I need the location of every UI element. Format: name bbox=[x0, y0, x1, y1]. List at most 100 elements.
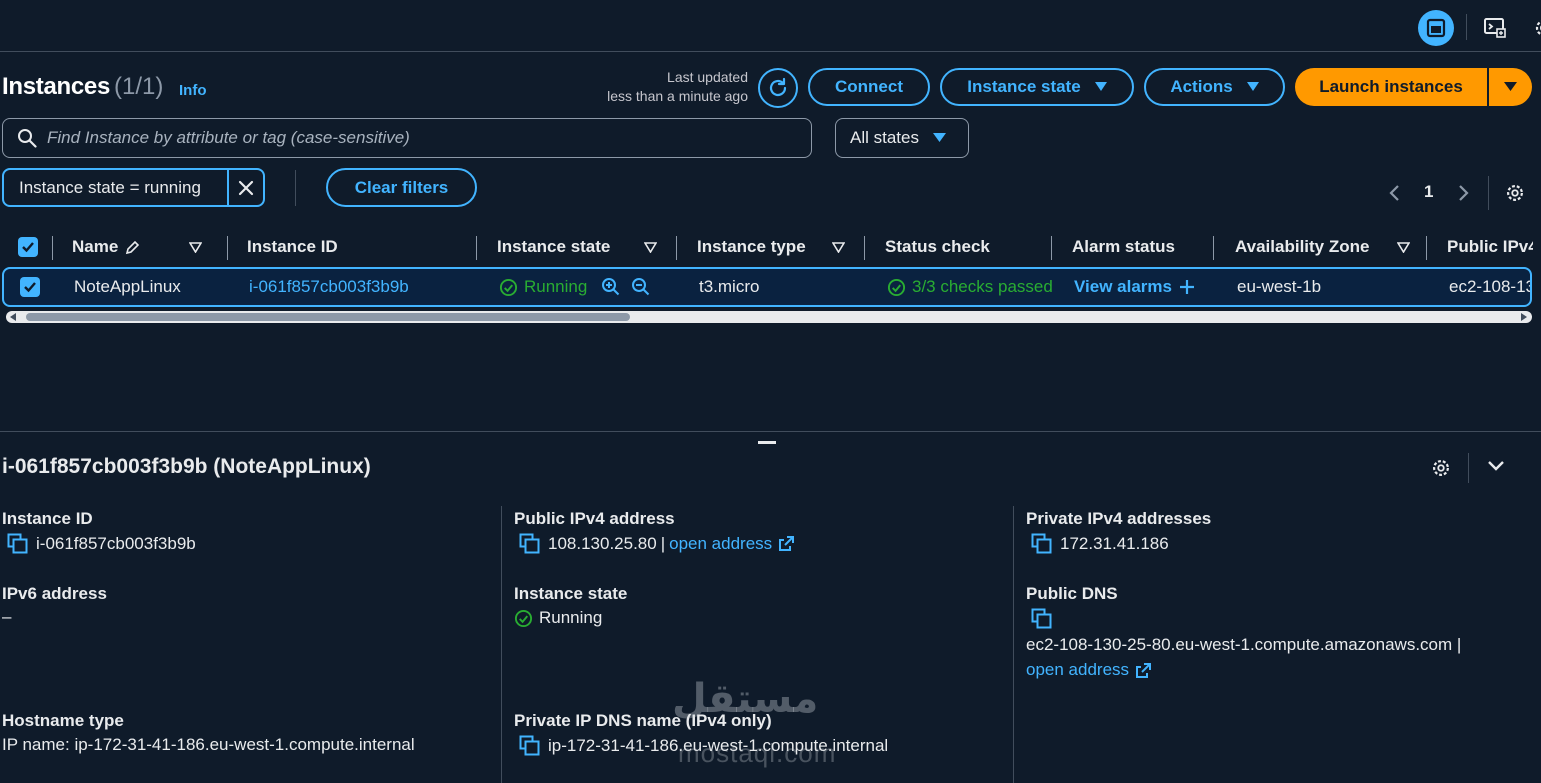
instance-id-link[interactable]: i-061f857cb003f3b9b bbox=[249, 269, 474, 305]
instance-type: t3.micro bbox=[699, 277, 760, 296]
status-check-cell: 3/3 checks passed bbox=[887, 269, 1053, 305]
column-header-status-check[interactable]: Status check bbox=[885, 226, 1045, 268]
ipv6-value: – bbox=[2, 607, 12, 626]
column-header-alarm-status[interactable]: Alarm status bbox=[1072, 226, 1207, 268]
search-icon bbox=[18, 129, 37, 148]
instance-state-cell: Running bbox=[499, 269, 669, 305]
instance-state-dropdown[interactable]: Instance state bbox=[940, 68, 1134, 106]
watermark-logo: مستقل bbox=[672, 677, 819, 721]
table-settings-button[interactable] bbox=[1504, 182, 1526, 204]
hostname-type-label: Hostname type bbox=[2, 711, 124, 730]
separator: | bbox=[660, 533, 666, 553]
check-circle-icon bbox=[887, 278, 906, 296]
zoom-out-icon[interactable] bbox=[631, 277, 651, 297]
column-label: Instance ID bbox=[247, 237, 338, 256]
copy-icon[interactable] bbox=[1031, 608, 1052, 629]
column-divider bbox=[227, 236, 228, 260]
filter-icon bbox=[1397, 241, 1411, 253]
select-all-checkbox[interactable] bbox=[18, 226, 38, 268]
column-divider bbox=[476, 236, 477, 260]
details-title: i-061f857cb003f3b9b (NoteAppLinux) bbox=[2, 455, 371, 478]
layout-panel-icon[interactable] bbox=[1418, 10, 1454, 46]
scrollbar-thumb[interactable] bbox=[26, 313, 630, 321]
remove-filter-button[interactable] bbox=[227, 170, 263, 205]
toolbar-divider bbox=[1466, 14, 1467, 40]
column-header-instance-state[interactable]: Instance state bbox=[497, 226, 667, 268]
scroll-left-icon[interactable] bbox=[9, 313, 17, 321]
chevron-right-icon[interactable] bbox=[1458, 184, 1470, 202]
view-alarms-link[interactable]: View alarms bbox=[1074, 269, 1214, 305]
column-header-public-ipv4[interactable]: Public IPv4 bbox=[1447, 226, 1533, 268]
edit-icon bbox=[126, 240, 140, 254]
refresh-button[interactable] bbox=[758, 68, 798, 108]
external-link-icon[interactable] bbox=[1135, 662, 1152, 679]
launch-label: Launch instances bbox=[1319, 77, 1463, 96]
states-select[interactable]: All states bbox=[835, 118, 969, 158]
status-check-text: 3/3 checks passed bbox=[912, 277, 1053, 296]
settings-icon bbox=[1433, 460, 1449, 476]
column-divider bbox=[501, 506, 502, 783]
row-checkbox[interactable] bbox=[20, 269, 40, 305]
external-link-icon[interactable] bbox=[778, 535, 795, 552]
column-header-instance-type[interactable]: Instance type bbox=[697, 226, 857, 268]
last-updated-time: less than a minute ago bbox=[607, 88, 748, 104]
caret-down-icon bbox=[1504, 82, 1517, 91]
copy-icon[interactable] bbox=[519, 735, 540, 756]
last-updated-label: Last updated bbox=[667, 69, 748, 85]
open-address-link[interactable]: open address bbox=[669, 534, 772, 554]
chevron-left-icon[interactable] bbox=[1388, 184, 1400, 202]
filter-icon bbox=[189, 241, 203, 253]
column-header-instance-id[interactable]: Instance ID bbox=[247, 226, 467, 268]
column-label: Instance type bbox=[697, 237, 806, 256]
instance-count: (1/1) bbox=[114, 73, 164, 100]
column-label: Public IPv4 bbox=[1447, 237, 1533, 256]
table-row[interactable]: NoteAppLinux i-061f857cb003f3b9b Running… bbox=[2, 267, 1532, 307]
refresh-icon bbox=[769, 77, 787, 97]
public-ipv4-text: 108.130.25.80 bbox=[548, 533, 657, 553]
actions-dropdown[interactable]: Actions bbox=[1144, 68, 1285, 106]
public-dns-open-address: open address bbox=[1026, 660, 1152, 680]
launch-options-dropdown[interactable] bbox=[1489, 68, 1532, 106]
search-input[interactable] bbox=[47, 128, 787, 148]
clear-filters-button[interactable]: Clear filters bbox=[326, 168, 477, 207]
instance-state-text: Running bbox=[539, 608, 603, 627]
column-divider bbox=[1426, 236, 1427, 260]
open-address-link[interactable]: open address bbox=[1026, 660, 1129, 680]
copy-icon[interactable] bbox=[7, 533, 28, 554]
details-settings-button[interactable] bbox=[1430, 457, 1452, 479]
column-divider bbox=[1013, 506, 1014, 783]
horizontal-scrollbar[interactable] bbox=[6, 311, 1532, 323]
filter-icon bbox=[831, 241, 845, 253]
column-header-name[interactable]: Name bbox=[72, 226, 222, 268]
instance-state-label: Instance state bbox=[514, 584, 628, 603]
cloudshell-icon[interactable] bbox=[1477, 10, 1513, 46]
launch-instances-button[interactable]: Launch instances bbox=[1295, 68, 1487, 106]
page-title: Instances bbox=[2, 73, 111, 100]
page-number[interactable]: 1 bbox=[1424, 182, 1433, 202]
column-header-availability-zone[interactable]: Availability Zone bbox=[1235, 226, 1420, 268]
filter-icon bbox=[644, 241, 658, 253]
column-divider bbox=[676, 236, 677, 260]
chevron-down-icon bbox=[1488, 461, 1504, 471]
instance-id-text: i-061f857cb003f3b9b bbox=[36, 533, 196, 553]
copy-icon[interactable] bbox=[519, 533, 540, 554]
column-label: Instance state bbox=[497, 237, 611, 256]
split-panel-resize-handle[interactable] bbox=[758, 441, 776, 444]
public-ipv4-label: Public IPv4 address bbox=[514, 509, 675, 528]
info-link[interactable]: Info bbox=[179, 82, 207, 99]
instance-state-value: Running bbox=[514, 608, 602, 628]
instance-name: NoteAppLinux bbox=[74, 277, 181, 296]
instance-state-text: Running bbox=[524, 277, 588, 296]
connect-button[interactable]: Connect bbox=[808, 68, 930, 106]
scroll-right-icon[interactable] bbox=[1520, 313, 1528, 321]
zoom-in-icon[interactable] bbox=[601, 277, 621, 297]
collapse-panel-button[interactable] bbox=[1486, 459, 1506, 473]
availability-zone: eu-west-1b bbox=[1237, 277, 1322, 296]
filter-divider bbox=[295, 170, 296, 206]
settings-icon[interactable] bbox=[1526, 10, 1541, 46]
column-divider bbox=[52, 236, 53, 260]
clear-filters-label: Clear filters bbox=[354, 177, 449, 197]
copy-icon[interactable] bbox=[1031, 533, 1052, 554]
check-circle-icon bbox=[499, 278, 518, 296]
close-icon bbox=[239, 180, 254, 195]
